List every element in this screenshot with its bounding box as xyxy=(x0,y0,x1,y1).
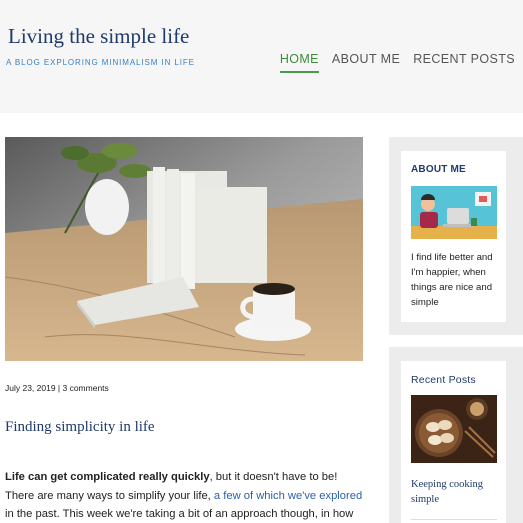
main-nav: HOME ABOUT ME RECENT POSTS xyxy=(279,52,515,73)
recent-divider xyxy=(411,519,497,520)
nav-item-about-me[interactable]: ABOUT ME xyxy=(332,52,400,73)
site-tagline: A BLOG EXPLORING MINIMALISM IN LIFE xyxy=(6,58,195,67)
excerpt-link[interactable]: a few of which we've explored xyxy=(214,490,362,502)
excerpt-bold-text: Life can get complicated really quickly xyxy=(5,471,210,483)
nav-item-home[interactable]: HOME xyxy=(279,52,319,73)
recent-posts-title: Recent Posts xyxy=(411,374,476,386)
sidebar-about-panel: ABOUT ME I find life better and I'm happ… xyxy=(389,137,523,335)
sidebar-recent-panel: Recent Posts Keeping cooking simple xyxy=(389,347,523,523)
site-title[interactable]: Living the simple life xyxy=(8,24,189,49)
about-text: I find life better and I'm happier, when… xyxy=(411,252,493,308)
post-title[interactable]: Finding simplicity in life xyxy=(5,419,155,436)
recent-posts-widget: Recent Posts Keeping cooking simple xyxy=(401,361,506,523)
nav-item-recent-posts[interactable]: RECENT POSTS xyxy=(413,52,515,73)
about-widget: ABOUT ME I find life better and I'm happ… xyxy=(401,151,506,322)
person-at-laptop-illustration-icon xyxy=(411,186,497,239)
books-plant-coffee-image-icon xyxy=(5,137,363,361)
post-meta: July 23, 2019 | 3 comments xyxy=(5,383,109,393)
dumplings-photo-icon[interactable] xyxy=(411,395,497,463)
recent-post-link[interactable]: Keeping cooking simple xyxy=(411,477,501,507)
about-widget-title: ABOUT ME xyxy=(411,164,466,175)
post-excerpt: Life can get complicated really quickly,… xyxy=(5,468,363,523)
post-hero-image[interactable] xyxy=(5,137,363,361)
excerpt-text-2: in the past. This week we're taking a bi… xyxy=(5,508,354,520)
site-header: Living the simple life A BLOG EXPLORING … xyxy=(0,0,523,113)
